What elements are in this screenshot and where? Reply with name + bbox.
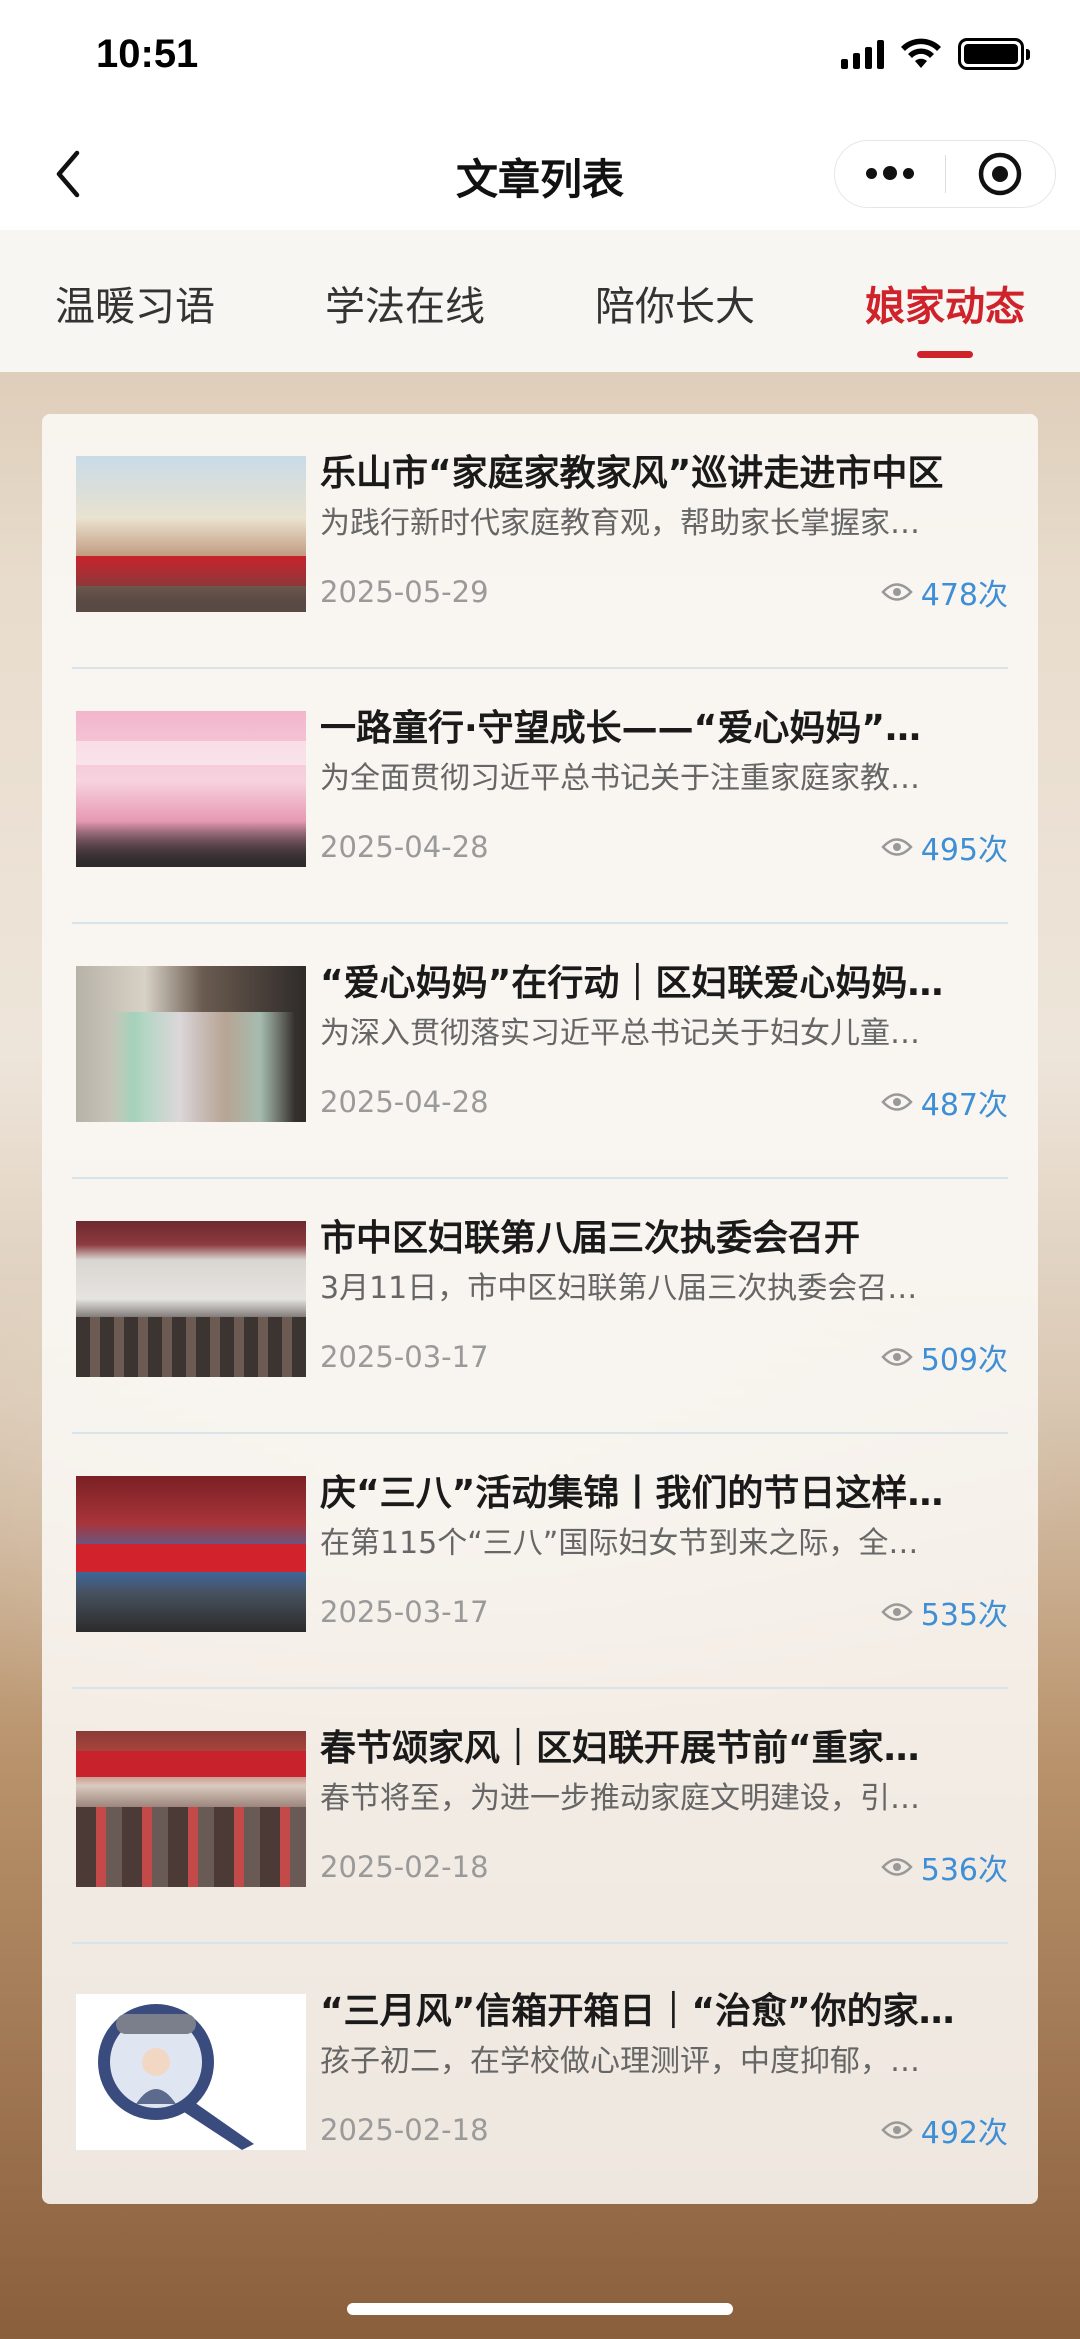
home-indicator bbox=[347, 2303, 733, 2315]
eye-icon bbox=[881, 1348, 913, 1366]
article-title: 庆“三八”活动集锦丨我们的节日这样… bbox=[320, 1473, 944, 1514]
status-time: 10:51 bbox=[96, 32, 199, 76]
article-meta: 2025-04-28 495次 bbox=[320, 825, 1008, 869]
eye-icon bbox=[881, 1093, 913, 1111]
view-count: 478次 bbox=[881, 570, 1008, 614]
article-date: 2025-03-17 bbox=[320, 1595, 489, 1629]
article-info: 乐山市“家庭家教家风”巡讲走进市中区 为践行新时代家庭教育观，帮助家长掌握家… … bbox=[320, 453, 1008, 614]
article-title: 市中区妇联第八届三次执委会召开 bbox=[320, 1218, 861, 1259]
article-meta: 2025-02-18 492次 bbox=[320, 2108, 1008, 2152]
mini-program-capsule bbox=[834, 140, 1056, 208]
tab-home-news[interactable]: 娘家动态 bbox=[810, 230, 1080, 372]
article-title: “爱心妈妈”在行动｜区妇联爱心妈妈… bbox=[320, 963, 944, 1004]
view-count-text: 535次 bbox=[920, 1598, 1008, 1633]
article-info: 春节颂家风｜区妇联开展节前“重家… 春节将至，为进一步推动家庭文明建设，引… 2… bbox=[320, 1728, 1008, 1889]
article-info: 一路童行·守望成长——“爱心妈妈”… 为全面贯彻习近平总书记关于注重家庭家教… … bbox=[320, 708, 1008, 869]
article-item[interactable]: 庆“三八”活动集锦丨我们的节日这样… 在第115个“三八”国际妇女节到来之际，全… bbox=[72, 1434, 1008, 1689]
view-count-text: 509次 bbox=[920, 1343, 1008, 1378]
tab-warm-words[interactable]: 温暖习语 bbox=[0, 230, 270, 372]
more-button[interactable] bbox=[835, 141, 945, 207]
article-date: 2025-02-18 bbox=[320, 1850, 489, 1884]
article-title: 春节颂家风｜区妇联开展节前“重家… bbox=[320, 1728, 920, 1769]
article-thumbnail bbox=[76, 711, 306, 867]
view-count: 509次 bbox=[881, 1335, 1008, 1379]
article-meta: 2025-03-17 535次 bbox=[320, 1590, 1008, 1634]
article-summary: 3月11日，市中区妇联第八届三次执委会召… bbox=[320, 1271, 918, 1306]
article-summary: 在第115个“三八”国际妇女节到来之际，全… bbox=[320, 1526, 919, 1561]
view-count-text: 495次 bbox=[920, 833, 1008, 868]
status-bar: 10:51 bbox=[0, 0, 1080, 118]
article-item[interactable]: “爱心妈妈”在行动｜区妇联爱心妈妈… 为深入贯彻落实习近平总书记关于妇女儿童… … bbox=[72, 924, 1008, 1179]
article-summary: 为全面贯彻习近平总书记关于注重家庭家教… bbox=[320, 761, 920, 796]
article-thumbnail bbox=[76, 456, 306, 612]
view-count: 495次 bbox=[881, 825, 1008, 869]
view-count: 492次 bbox=[881, 2108, 1008, 2152]
tab-law-online[interactable]: 学法在线 bbox=[270, 230, 540, 372]
article-info: 市中区妇联第八届三次执委会召开 3月11日，市中区妇联第八届三次执委会召… 20… bbox=[320, 1218, 1008, 1379]
eye-icon bbox=[881, 583, 913, 601]
article-summary: 春节将至，为进一步推动家庭文明建设，引… bbox=[320, 1781, 920, 1816]
article-summary: 为深入贯彻落实习近平总书记关于妇女儿童… bbox=[320, 1016, 920, 1051]
view-count-text: 536次 bbox=[920, 1853, 1008, 1888]
tab-grow-with-you[interactable]: 陪你长大 bbox=[540, 230, 810, 372]
close-miniprogram-button[interactable] bbox=[946, 141, 1056, 207]
article-item[interactable]: 春节颂家风｜区妇联开展节前“重家… 春节将至，为进一步推动家庭文明建设，引… 2… bbox=[72, 1689, 1008, 1944]
magnifier-illustration bbox=[98, 2004, 254, 2150]
article-summary: 孩子初二，在学校做心理测评，中度抑郁，… bbox=[320, 2044, 920, 2079]
status-icons bbox=[841, 38, 1030, 70]
article-thumbnail bbox=[76, 1476, 306, 1632]
article-date: 2025-04-28 bbox=[320, 1085, 489, 1119]
article-meta: 2025-03-17 509次 bbox=[320, 1335, 1008, 1379]
article-date: 2025-02-18 bbox=[320, 2113, 489, 2147]
article-date: 2025-05-29 bbox=[320, 575, 489, 609]
article-item[interactable]: 一路童行·守望成长——“爱心妈妈”… 为全面贯彻习近平总书记关于注重家庭家教… … bbox=[72, 669, 1008, 924]
article-title: “三月风”信箱开箱日｜“治愈”你的家… bbox=[320, 1991, 955, 2032]
category-tabs: 温暖习语 学法在线 陪你长大 娘家动态 bbox=[0, 230, 1080, 372]
view-count: 536次 bbox=[881, 1845, 1008, 1889]
article-date: 2025-04-28 bbox=[320, 830, 489, 864]
article-list: 乐山市“家庭家教家风”巡讲走进市中区 为践行新时代家庭教育观，帮助家长掌握家… … bbox=[42, 414, 1038, 2204]
eye-icon bbox=[881, 1858, 913, 1876]
target-close-icon bbox=[979, 152, 1022, 196]
more-dots-icon bbox=[865, 166, 914, 181]
article-info: “爱心妈妈”在行动｜区妇联爱心妈妈… 为深入贯彻落实习近平总书记关于妇女儿童… … bbox=[320, 963, 1008, 1124]
eye-icon bbox=[881, 2121, 913, 2139]
nav-bar: 文章列表 bbox=[0, 118, 1080, 230]
view-count-text: 478次 bbox=[920, 578, 1008, 613]
article-summary: 为践行新时代家庭教育观，帮助家长掌握家… bbox=[320, 506, 920, 541]
article-thumbnail bbox=[76, 966, 306, 1122]
view-count-text: 492次 bbox=[920, 2116, 1008, 2151]
article-info: “三月风”信箱开箱日｜“治愈”你的家… 孩子初二，在学校做心理测评，中度抑郁，…… bbox=[320, 1991, 1008, 2152]
article-meta: 2025-02-18 536次 bbox=[320, 1845, 1008, 1889]
article-item[interactable]: 市中区妇联第八届三次执委会召开 3月11日，市中区妇联第八届三次执委会召… 20… bbox=[72, 1179, 1008, 1434]
article-thumbnail bbox=[76, 1221, 306, 1377]
signal-icon bbox=[841, 39, 884, 69]
article-item[interactable]: 乐山市“家庭家教家风”巡讲走进市中区 为践行新时代家庭教育观，帮助家长掌握家… … bbox=[72, 414, 1008, 669]
article-thumbnail bbox=[76, 1731, 306, 1887]
view-count: 535次 bbox=[881, 1590, 1008, 1634]
article-meta: 2025-04-28 487次 bbox=[320, 1080, 1008, 1124]
view-count: 487次 bbox=[881, 1080, 1008, 1124]
article-info: 庆“三八”活动集锦丨我们的节日这样… 在第115个“三八”国际妇女节到来之际，全… bbox=[320, 1473, 1008, 1634]
view-count-text: 487次 bbox=[920, 1088, 1008, 1123]
article-item[interactable]: “三月风”信箱开箱日｜“治愈”你的家… 孩子初二，在学校做心理测评，中度抑郁，…… bbox=[72, 1944, 1008, 2199]
article-thumbnail bbox=[76, 1994, 306, 2150]
eye-icon bbox=[881, 1603, 913, 1621]
article-title: 一路童行·守望成长——“爱心妈妈”… bbox=[320, 708, 921, 749]
wifi-icon bbox=[901, 38, 941, 68]
eye-icon bbox=[881, 838, 913, 856]
article-title: 乐山市“家庭家教家风”巡讲走进市中区 bbox=[320, 453, 944, 494]
article-date: 2025-03-17 bbox=[320, 1340, 489, 1374]
article-meta: 2025-05-29 478次 bbox=[320, 570, 1008, 614]
battery-icon bbox=[958, 38, 1030, 70]
